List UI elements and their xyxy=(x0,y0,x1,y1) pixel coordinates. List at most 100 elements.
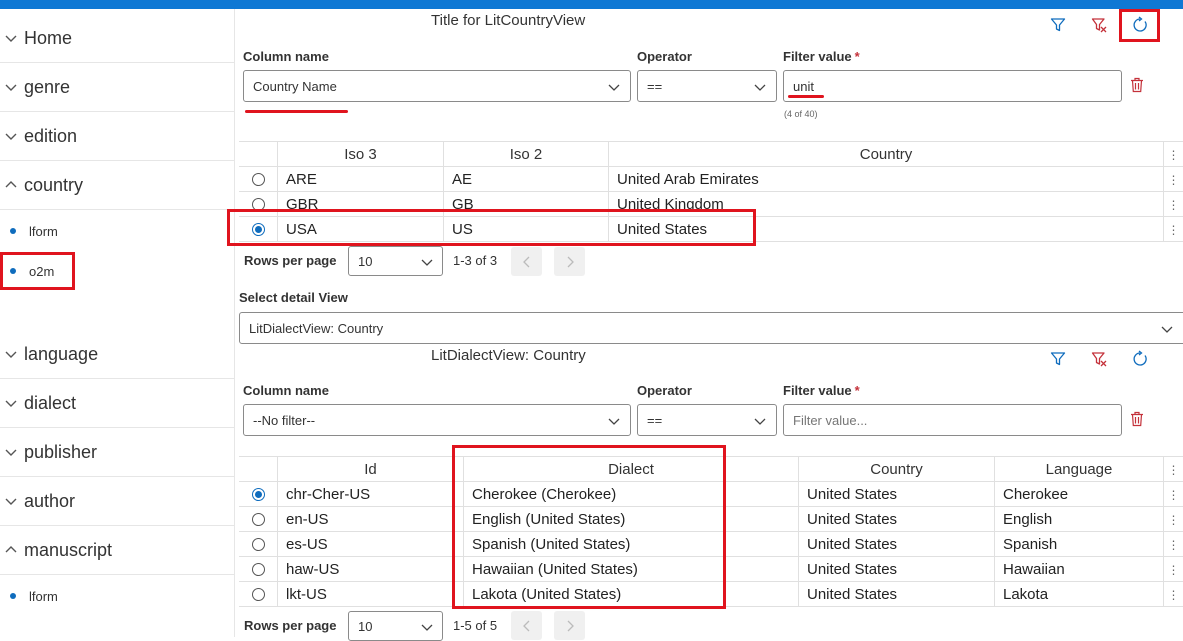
column-header-language[interactable]: Language xyxy=(994,457,1163,482)
sidebar-item-language[interactable]: language xyxy=(0,330,234,379)
radio-button[interactable] xyxy=(251,538,265,551)
cell-language: Cherokee xyxy=(994,482,1163,507)
row-radio[interactable] xyxy=(239,482,277,507)
annotation-box xyxy=(0,252,75,290)
trash-icon[interactable] xyxy=(1130,77,1144,93)
sidebar-item-country[interactable]: country xyxy=(0,161,234,210)
sidebar-item-publisher[interactable]: publisher xyxy=(0,428,234,477)
sidebar-item-home[interactable]: Home xyxy=(0,14,234,63)
sidebar-subitem-lform[interactable]: lform xyxy=(0,216,58,246)
chevron-left-icon xyxy=(522,256,529,267)
column-header-iso2[interactable]: Iso 2 xyxy=(443,142,608,167)
more-vertical-icon[interactable]: ⋮ xyxy=(1163,532,1183,557)
row-radio[interactable] xyxy=(239,532,277,557)
more-vertical-icon[interactable]: ⋮ xyxy=(1163,582,1183,607)
annotation-underline xyxy=(788,95,824,98)
cell-country: United States xyxy=(798,582,994,607)
clear-filter-icon[interactable] xyxy=(1089,349,1109,369)
rows-per-page-select[interactable]: 10 xyxy=(348,246,443,276)
filter-value-placeholder: Filter value... xyxy=(793,412,868,428)
sidebar-item-label: country xyxy=(24,174,84,195)
trash-icon[interactable] xyxy=(1130,411,1144,427)
row-radio[interactable] xyxy=(239,557,277,582)
sidebar-item-edition[interactable]: edition xyxy=(0,112,234,161)
more-vertical-icon[interactable]: ⋮ xyxy=(1163,482,1183,507)
detail-view-select[interactable]: LitDialectView: Country xyxy=(239,312,1183,344)
column-name-select[interactable]: --No filter-- xyxy=(243,404,631,436)
sidebar-item-label: edition xyxy=(24,125,78,146)
cell-country: United States xyxy=(798,507,994,532)
operator-select[interactable]: == xyxy=(637,70,777,102)
radio-button[interactable] xyxy=(251,563,265,576)
filter-icon[interactable] xyxy=(1048,15,1068,35)
country-grid: Iso 3 Iso 2 Country ⋮ ARE AE United Arab… xyxy=(239,141,1183,242)
page-title: Title for LitCountryView xyxy=(431,12,586,29)
bullet-icon xyxy=(10,593,16,599)
cell-country: United States xyxy=(798,557,994,582)
chevron-down-icon xyxy=(420,255,434,272)
column-header-id[interactable]: Id xyxy=(277,457,463,482)
filter-value-input[interactable]: unit xyxy=(783,70,1122,102)
chevron-down-icon xyxy=(4,31,18,45)
cell-country: United Arab Emirates xyxy=(608,167,1163,192)
chevron-down-icon xyxy=(420,620,434,637)
column-name-select-value: Country Name xyxy=(253,78,337,94)
column-header-iso3[interactable]: Iso 3 xyxy=(277,142,443,167)
row-radio[interactable] xyxy=(239,507,277,532)
refresh-icon[interactable] xyxy=(1130,349,1150,369)
operator-select-value: == xyxy=(647,78,663,94)
next-page-button[interactable] xyxy=(554,611,585,640)
column-name-select[interactable]: Country Name xyxy=(243,70,631,102)
column-header-country[interactable]: Country xyxy=(798,457,994,482)
chevron-right-icon xyxy=(567,256,574,267)
filter-icon[interactable] xyxy=(1048,349,1068,369)
more-vertical-icon[interactable]: ⋮ xyxy=(1163,192,1183,217)
more-vertical-icon[interactable]: ⋮ xyxy=(1163,217,1183,242)
row-radio[interactable] xyxy=(239,167,277,192)
sidebar-item-label: author xyxy=(24,490,76,511)
cell-language: Spanish xyxy=(994,532,1163,557)
pager-range: 1-3 of 3 xyxy=(453,253,498,268)
more-vertical-icon[interactable]: ⋮ xyxy=(1163,507,1183,532)
detail-panel-title: LitDialectView: Country xyxy=(431,347,586,364)
top-accent-bar xyxy=(0,0,1183,9)
sidebar-item-author[interactable]: author xyxy=(0,477,234,526)
operator-select[interactable]: == xyxy=(637,404,777,436)
rows-per-page-label: Rows per page xyxy=(244,253,337,268)
sidebar-item-dialect[interactable]: dialect xyxy=(0,379,234,428)
radio-button-selected[interactable] xyxy=(251,488,265,501)
more-vertical-icon[interactable]: ⋮ xyxy=(1163,557,1183,582)
filter-value-label-text: Filter value xyxy=(783,383,852,398)
grid-header-row: Iso 3 Iso 2 Country ⋮ xyxy=(239,142,1183,167)
sidebar-item-genre[interactable]: genre xyxy=(0,63,234,112)
filter-value-input[interactable]: Filter value... xyxy=(783,404,1122,436)
more-vertical-icon[interactable]: ⋮ xyxy=(1163,457,1183,482)
table-row[interactable]: ARE AE United Arab Emirates ⋮ xyxy=(239,167,1183,192)
radio-button[interactable] xyxy=(251,588,265,601)
radio-button[interactable] xyxy=(251,173,265,186)
sidebar-item-label: manuscript xyxy=(24,539,113,560)
filter-value-label: Filter value * xyxy=(783,383,860,398)
chevron-up-icon xyxy=(4,178,18,192)
cell-id: es-US xyxy=(277,532,463,557)
sidebar-subitem-lform[interactable]: lform xyxy=(0,581,58,611)
column-header-country[interactable]: Country xyxy=(608,142,1163,167)
prev-page-button[interactable] xyxy=(511,247,542,276)
column-name-select-value: --No filter-- xyxy=(253,412,316,428)
clear-filter-icon[interactable] xyxy=(1089,15,1109,35)
prev-page-button[interactable] xyxy=(511,611,542,640)
radio-button[interactable] xyxy=(251,513,265,526)
chevron-down-icon xyxy=(4,129,18,143)
match-counter: (4 of 40) xyxy=(784,109,818,119)
cell-id: lkt-US xyxy=(277,582,463,607)
required-mark: * xyxy=(854,383,860,398)
pager-range: 1-5 of 5 xyxy=(453,618,498,633)
operator-label: Operator xyxy=(637,49,692,64)
chevron-right-icon xyxy=(567,620,574,631)
more-vertical-icon[interactable]: ⋮ xyxy=(1163,142,1183,167)
sidebar-item-manuscript[interactable]: manuscript xyxy=(0,526,234,575)
more-vertical-icon[interactable]: ⋮ xyxy=(1163,167,1183,192)
next-page-button[interactable] xyxy=(554,247,585,276)
chevron-left-icon xyxy=(522,620,529,631)
row-radio[interactable] xyxy=(239,582,277,607)
